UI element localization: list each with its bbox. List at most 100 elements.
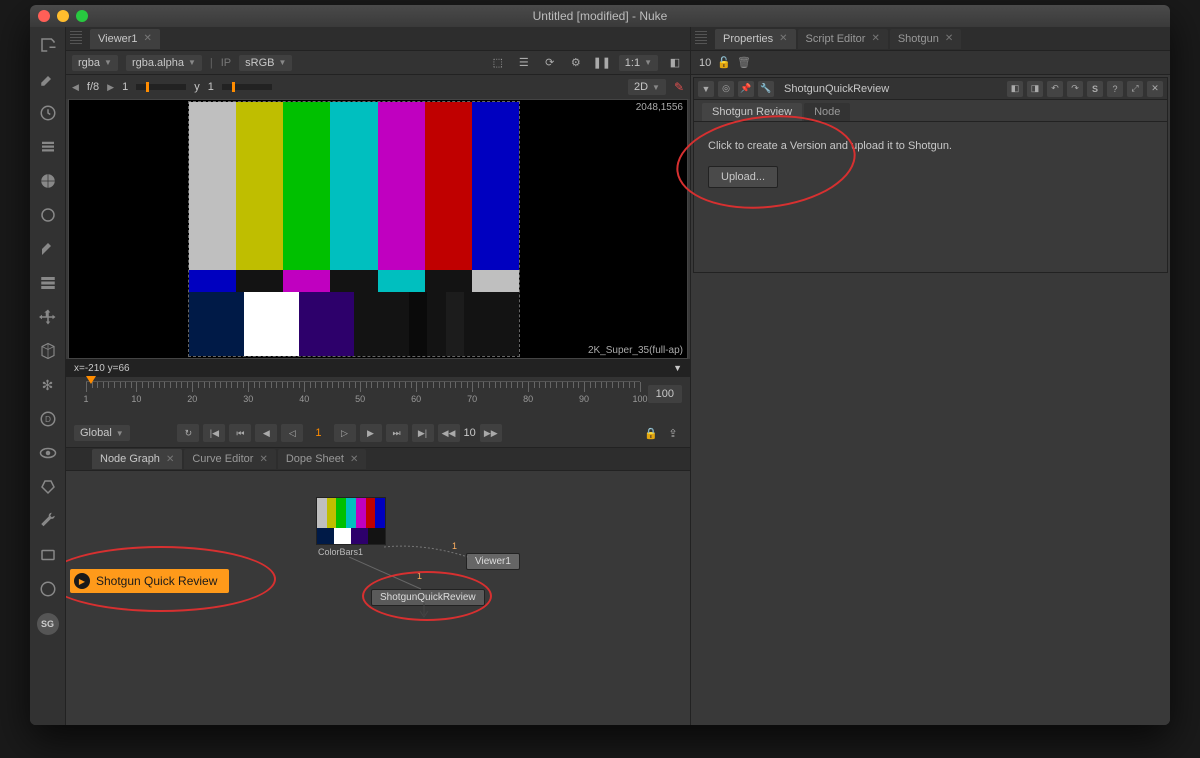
center-node-icon[interactable]: ◎ <box>718 81 734 97</box>
node-graph[interactable]: ▶ Shotgun Quick Review ColorBars1 Viewer… <box>66 471 690 725</box>
next-key-button[interactable]: ⏭ <box>386 424 408 442</box>
shotgun-toolbar-icon[interactable]: SG <box>37 613 59 635</box>
zoom-select[interactable]: 1:1▼ <box>619 55 658 71</box>
prev-key-button[interactable]: ⏮ <box>229 424 251 442</box>
s-icon[interactable]: S <box>1087 81 1103 97</box>
tick-label: 1 <box>83 394 88 404</box>
close-icon[interactable]: ✕ <box>144 33 152 44</box>
skip-back-button[interactable]: ◀◀ <box>438 424 460 442</box>
roto-pencil-icon[interactable]: ✎ <box>674 80 684 94</box>
particles-icon[interactable]: ✻ <box>38 375 58 395</box>
close-window-button[interactable] <box>38 10 50 22</box>
pin-icon[interactable]: 📌 <box>738 81 754 97</box>
zoom-window-button[interactable] <box>76 10 88 22</box>
pause-icon[interactable]: ❚❚ <box>593 55 611 71</box>
close-icon[interactable]: ✕ <box>350 454 358 465</box>
merge-icon[interactable] <box>38 273 58 293</box>
help-icon[interactable]: ? <box>1107 81 1123 97</box>
subtab-node[interactable]: Node <box>804 103 850 121</box>
playback-j-icon[interactable]: ↻ <box>177 424 199 442</box>
undo-icon[interactable]: ◧ <box>1007 81 1023 97</box>
node-viewer1[interactable]: Viewer1 <box>466 553 520 570</box>
tabbar-grip[interactable] <box>695 31 707 45</box>
close-icon[interactable]: ✕ <box>945 33 953 44</box>
play-fwd-button[interactable]: ▶ <box>360 424 382 442</box>
tabbar-grip[interactable] <box>70 31 82 45</box>
node-shotgunquickreview[interactable]: ShotgunQuickReview <box>371 589 485 606</box>
last-frame-button[interactable]: ▶| <box>412 424 434 442</box>
tab-curveeditor[interactable]: Curve Editor✕ <box>184 449 276 469</box>
skip-fwd-button[interactable]: ▶▶ <box>480 424 502 442</box>
channel-icon[interactable] <box>38 137 58 157</box>
frame-range-field[interactable]: 100 <box>648 385 682 403</box>
lock-icon[interactable]: 🔒 <box>642 425 660 441</box>
export-icon[interactable]: ⇪ <box>664 425 682 441</box>
gain-slider[interactable] <box>136 84 186 90</box>
3d-icon[interactable] <box>38 341 58 361</box>
center-column: Viewer1 ✕ rgba▼ rgba.alpha▼ | IP sRGB▼ ⬚… <box>66 27 690 725</box>
close-icon[interactable]: ✕ <box>259 454 267 465</box>
collapse-icon[interactable]: ▼ <box>698 81 714 97</box>
list-icon[interactable]: ☰ <box>515 55 533 71</box>
lut-select[interactable]: sRGB▼ <box>239 55 292 71</box>
first-frame-button[interactable]: |◀ <box>203 424 225 442</box>
channel-select[interactable]: rgba▼ <box>72 55 118 71</box>
transform-icon[interactable] <box>38 307 58 327</box>
metadata-icon[interactable] <box>38 477 58 497</box>
close-icon[interactable]: ✕ <box>779 33 787 44</box>
viewer-canvas[interactable]: 2048,1556 2K_Super_35(full-ap) <box>68 99 688 359</box>
clip-icon[interactable]: ⬚ <box>489 55 507 71</box>
revert-icon[interactable]: ↶ <box>1047 81 1063 97</box>
close-icon[interactable]: ✕ <box>166 454 174 465</box>
upload-button[interactable]: Upload... <box>708 166 778 188</box>
skip-value[interactable]: 10 <box>464 427 476 439</box>
current-frame[interactable]: 1 <box>307 427 329 439</box>
close-panel-icon[interactable]: ✕ <box>1147 81 1163 97</box>
shotgun-quick-review-button[interactable]: ▶ Shotgun Quick Review <box>70 569 229 593</box>
views-icon[interactable] <box>38 443 58 463</box>
timeline[interactable]: 1102030405060708090100 100 <box>66 377 690 419</box>
lock-icon[interactable]: 🔓 <box>717 56 731 69</box>
subchannel-select[interactable]: rgba.alpha▼ <box>126 55 202 71</box>
gear-icon[interactable]: ⚙ <box>567 55 585 71</box>
keyer-icon[interactable] <box>38 239 58 259</box>
deep-icon[interactable]: D <box>38 409 58 429</box>
tab-dopesheet[interactable]: Dope Sheet✕ <box>278 449 367 469</box>
dimension-select[interactable]: 2D▼ <box>628 79 666 95</box>
panel-body: Click to create a Version and upload it … <box>694 122 1167 272</box>
draw-icon[interactable] <box>38 69 58 89</box>
ip-label: IP <box>221 57 231 69</box>
clear-icon[interactable]: 🗑 <box>737 56 751 69</box>
clock-icon[interactable] <box>38 103 58 123</box>
proxy-icon[interactable]: ◧ <box>666 55 684 71</box>
tab-nodegraph[interactable]: Node Graph✕ <box>92 449 182 469</box>
float-icon[interactable]: ⤢ <box>1127 81 1143 97</box>
tab-shotgun[interactable]: Shotgun✕ <box>890 29 961 49</box>
filter-icon[interactable] <box>38 205 58 225</box>
node-colorbars-thumb[interactable] <box>316 497 386 545</box>
panel-count[interactable]: 10 <box>699 57 711 69</box>
scope-select[interactable]: Global▼ <box>74 425 130 441</box>
import-icon[interactable] <box>38 35 58 55</box>
step-fwd-button[interactable]: ▷ <box>334 424 356 442</box>
step-back-button[interactable]: ◁ <box>281 424 303 442</box>
close-icon[interactable]: ✕ <box>871 33 879 44</box>
refresh-icon[interactable]: ⟳ <box>541 55 559 71</box>
redo-icon[interactable]: ◨ <box>1027 81 1043 97</box>
subtab-shotgun-review[interactable]: Shotgun Review <box>702 103 802 121</box>
tab-properties[interactable]: Properties✕ <box>715 29 796 49</box>
sg-button-label: Shotgun Quick Review <box>96 574 217 588</box>
wrench-icon[interactable]: 🔧 <box>758 81 774 97</box>
tab-scripteditor[interactable]: Script Editor✕ <box>798 29 888 49</box>
format-label: 2K_Super_35(full-ap) <box>588 345 683 356</box>
tab-viewer1[interactable]: Viewer1 ✕ <box>90 29 160 49</box>
furnace-icon[interactable] <box>38 579 58 599</box>
revert2-icon[interactable]: ↷ <box>1067 81 1083 97</box>
play-back-button[interactable]: ◀ <box>255 424 277 442</box>
color-icon[interactable] <box>38 171 58 191</box>
status-caret-icon[interactable]: ▼ <box>673 363 682 373</box>
toolsets-icon[interactable] <box>38 511 58 531</box>
gamma-slider[interactable] <box>222 84 272 90</box>
minimize-window-button[interactable] <box>57 10 69 22</box>
other-icon[interactable] <box>38 545 58 565</box>
